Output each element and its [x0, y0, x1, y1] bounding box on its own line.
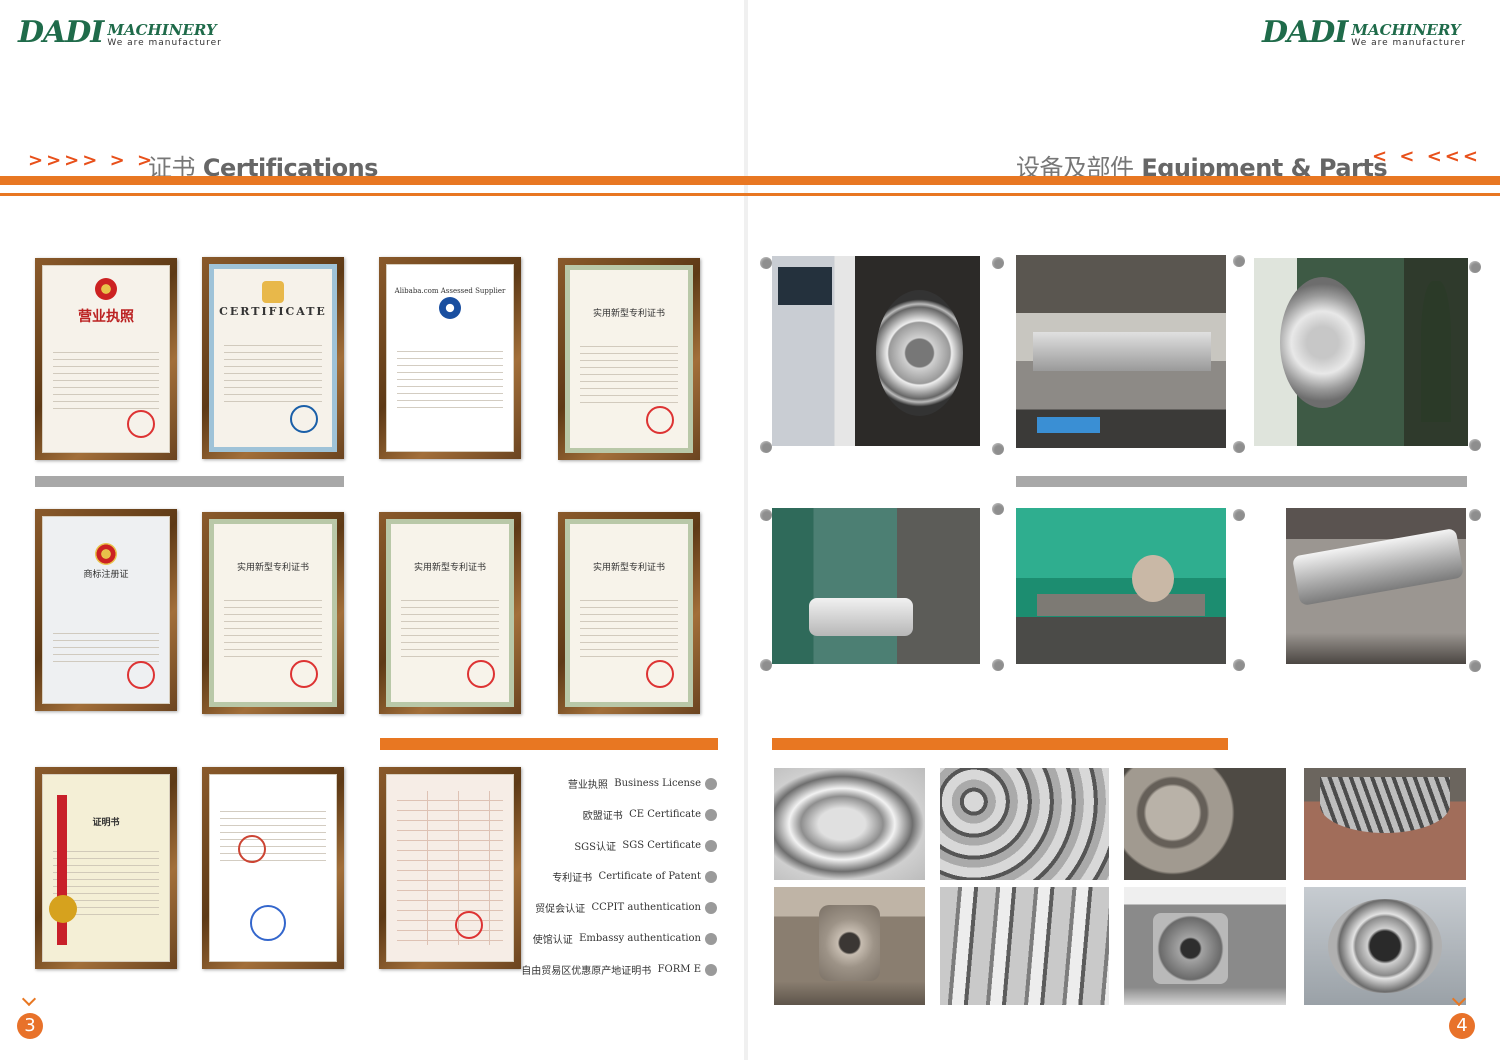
cert-title: 实用新型专利证书	[413, 563, 486, 573]
photo-milling-machine[interactable]	[1016, 508, 1226, 664]
photo-worker-lathe[interactable]	[1254, 258, 1468, 446]
pin-icon	[1233, 255, 1245, 267]
pin-icon	[760, 509, 772, 521]
bullet-icon	[705, 963, 717, 976]
bullet-icon	[705, 901, 717, 914]
pin-icon	[992, 257, 1004, 269]
cert-title: 实用新型专利证书	[592, 563, 665, 573]
pin-icon	[1233, 509, 1245, 521]
divider-bar	[1016, 476, 1467, 487]
photo-steel-rings[interactable]	[774, 768, 925, 880]
bullet-icon	[705, 870, 717, 883]
pin-icon	[760, 441, 772, 453]
photo-sleeves[interactable]	[940, 768, 1109, 880]
cert-ce[interactable]: CERTIFICATE	[202, 257, 344, 459]
bullet-icon	[705, 808, 717, 821]
cert-form-e[interactable]	[379, 767, 521, 969]
cert-patent-3[interactable]: 实用新型专利证书	[379, 512, 521, 714]
brand-mark: DADI	[18, 15, 104, 50]
cert-embassy[interactable]	[202, 767, 344, 969]
header-band	[0, 176, 1500, 185]
pin-icon	[1469, 439, 1481, 451]
pin-icon	[1469, 509, 1481, 521]
pin-icon	[1233, 441, 1245, 453]
left-page: DADI MACHINERY We are manufacturer >>>> …	[0, 0, 744, 1060]
brand-tagline: We are manufacturer	[107, 38, 222, 48]
header-band-thin	[0, 193, 1500, 196]
legend-item: 自由贸易区优惠原产地证明书 FORM E	[521, 954, 717, 985]
cert-title: 实用新型专利证书	[592, 309, 665, 319]
pin-icon	[760, 257, 772, 269]
divider-bar	[35, 476, 344, 487]
right-page: DADI MACHINERY We are manufacturer 设备及部件…	[748, 0, 1500, 1060]
photo-lathe[interactable]	[1016, 255, 1226, 448]
cert-title: 商标注册证	[83, 570, 129, 580]
legend-item: SGS认证 SGS Certificate	[527, 830, 717, 861]
photo-vertical-lathe[interactable]	[772, 508, 980, 664]
cert-ccpit[interactable]: 证明书	[35, 767, 177, 969]
page-number: 3	[17, 1013, 43, 1039]
cert-patent-1[interactable]: 实用新型专利证书	[558, 258, 700, 460]
chevron-down-icon	[21, 991, 37, 1007]
cert-title: 营业执照	[78, 309, 134, 325]
pin-icon	[992, 503, 1004, 515]
bullet-icon	[705, 839, 717, 852]
cert-title: 实用新型专利证书	[236, 563, 309, 573]
bullet-icon	[705, 777, 717, 790]
heading-arrows-right: >>>> > >	[28, 150, 156, 171]
divider-bar-orange	[380, 738, 718, 750]
legend-item: 欧盟证书 CE Certificate	[527, 799, 717, 830]
brand-logo: DADI MACHINERY We are manufacturer	[1262, 15, 1466, 50]
pin-icon	[1469, 660, 1481, 672]
legend-item: 使馆认证 Embassy authentication	[527, 923, 717, 954]
photo-shaft-turning[interactable]	[1286, 508, 1466, 664]
brand-tagline: We are manufacturer	[1351, 38, 1466, 48]
pin-icon	[992, 659, 1004, 671]
brand-name: MACHINERY	[1351, 21, 1461, 39]
cert-patent-2[interactable]: 实用新型专利证书	[202, 512, 344, 714]
cert-business-license[interactable]: 营业执照	[35, 258, 177, 460]
photo-bearing[interactable]	[1304, 887, 1466, 1005]
bullet-icon	[705, 932, 717, 945]
photo-bevel-gear[interactable]	[1304, 768, 1466, 880]
legend-item: 贸促会认证 CCPIT authentication	[527, 892, 717, 923]
photo-bearing-housing[interactable]	[774, 887, 925, 1005]
pin-icon	[1469, 261, 1481, 273]
brand-name: MACHINERY	[107, 21, 217, 39]
cert-patent-4[interactable]: 实用新型专利证书	[558, 512, 700, 714]
cert-title: Alibaba.com Assessed Supplier	[394, 287, 506, 295]
cert-sgs-assessed[interactable]: Alibaba.com Assessed Supplier	[379, 257, 521, 459]
brand-logo: DADI MACHINERY We are manufacturer	[18, 15, 222, 50]
cert-trademark[interactable]: 商标注册证	[35, 509, 177, 711]
cert-title: CERTIFICATE	[219, 305, 327, 318]
photo-gearbox[interactable]	[1124, 887, 1286, 1005]
page-number: 4	[1449, 1013, 1475, 1039]
divider-bar-orange	[772, 738, 1228, 750]
certificate-legend: 营业执照 Business License 欧盟证书 CE Certificat…	[521, 768, 717, 985]
pin-icon	[992, 443, 1004, 455]
photo-cnc-machine[interactable]	[772, 256, 980, 446]
photo-wheels[interactable]	[1124, 768, 1286, 880]
pin-icon	[760, 659, 772, 671]
photo-shafts[interactable]	[940, 887, 1109, 1005]
heading-arrows-left: < < <<<	[1372, 146, 1481, 167]
pin-icon	[1233, 659, 1245, 671]
legend-item: 营业执照 Business License	[527, 768, 717, 799]
legend-item: 专利证书 Certificate of Patent	[527, 861, 717, 892]
brand-mark: DADI	[1262, 15, 1348, 50]
